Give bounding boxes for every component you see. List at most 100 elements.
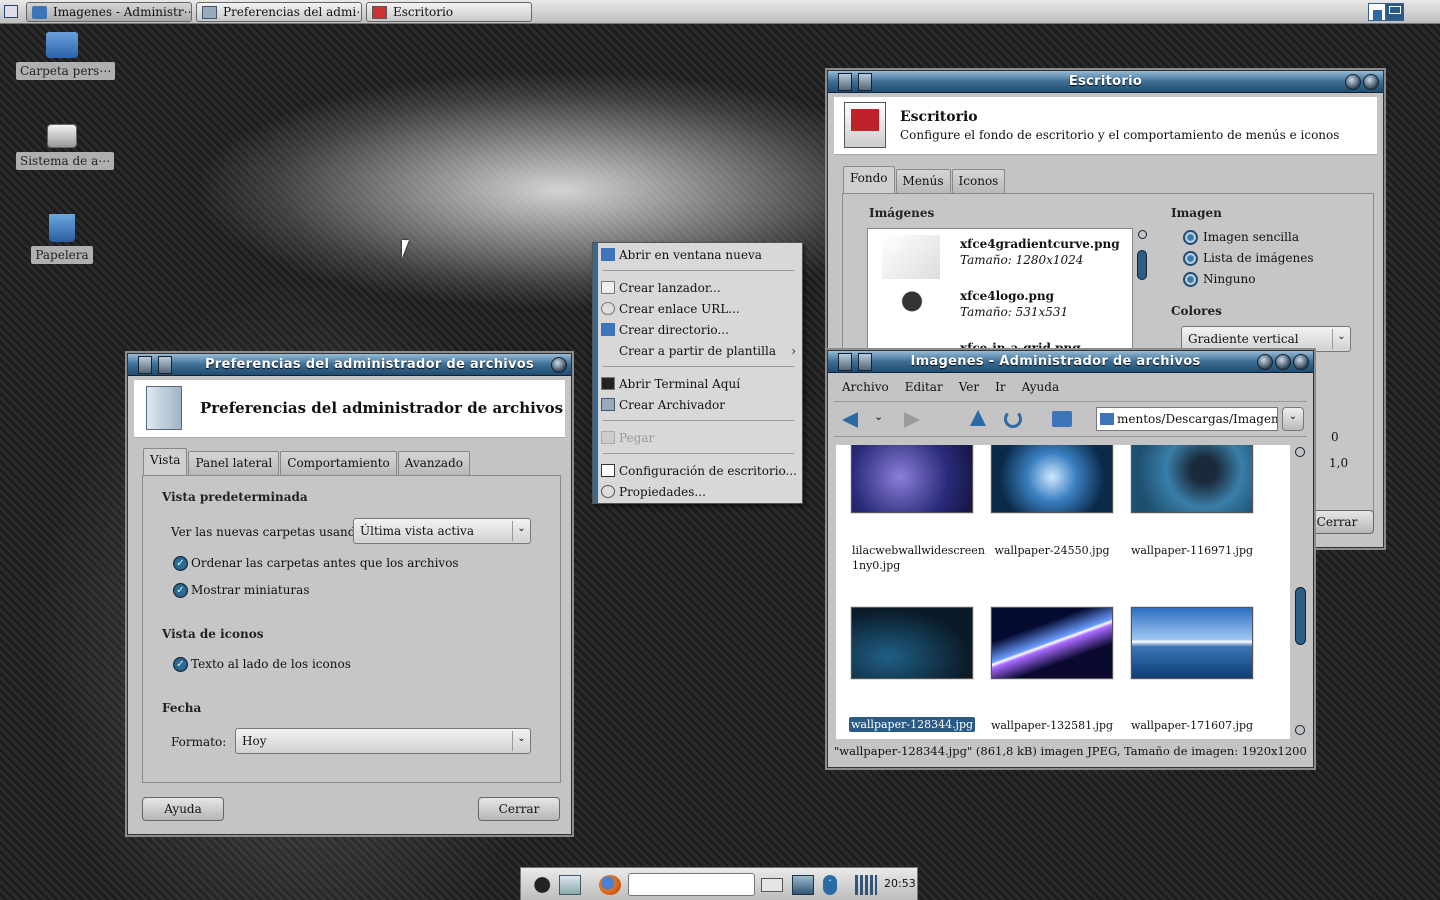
desktop-icon-filesystem[interactable]: Sistema de a⋯ xyxy=(16,124,115,170)
menu-item-open-terminal[interactable]: Abrir Terminal Aquí xyxy=(599,374,798,394)
maximize-button[interactable] xyxy=(1275,354,1291,370)
radio-ninguno[interactable]: Ninguno xyxy=(1183,272,1255,287)
menu-item-label: Pegar xyxy=(619,431,655,445)
minimize-button[interactable] xyxy=(1345,74,1361,90)
wireless-signal-icon[interactable] xyxy=(855,875,877,895)
menu-item-create-directory[interactable]: Crear directorio... xyxy=(599,320,798,340)
up-arrow-icon[interactable] xyxy=(970,410,986,426)
location-dropdown-button[interactable]: ⌄ xyxy=(1282,407,1304,431)
clock[interactable]: 20:53 xyxy=(884,877,916,890)
date-format-select[interactable]: Hoy ⌄ xyxy=(235,728,531,754)
close-button[interactable] xyxy=(551,357,567,373)
menu-item-label: Abrir Terminal Aquí xyxy=(619,377,741,391)
applications-menu-icon[interactable] xyxy=(4,5,18,18)
tab-iconos[interactable]: Iconos xyxy=(951,169,1006,193)
scroll-up-icon[interactable] xyxy=(1295,447,1305,457)
window-menu-button[interactable] xyxy=(838,353,852,371)
menu-item-create-archive[interactable]: Crear Archivador xyxy=(599,395,798,415)
help-button[interactable]: Ayuda xyxy=(142,797,224,821)
chevron-down-icon: ⌄ xyxy=(512,521,530,541)
scroll-down-icon[interactable] xyxy=(1295,725,1305,735)
vertical-scrollbar[interactable] xyxy=(1292,445,1308,739)
radio-lista-imagenes[interactable]: Lista de imágenes xyxy=(1183,251,1314,266)
file-manager-icon[interactable] xyxy=(559,875,581,895)
shade-button[interactable] xyxy=(1257,354,1273,370)
menu-item-desktop-settings[interactable]: Configuración de escritorio... xyxy=(599,461,798,481)
menu-ver[interactable]: Ver xyxy=(951,380,987,394)
trash-icon xyxy=(49,214,75,242)
desktop-icon-home[interactable]: Carpeta pers⋯ xyxy=(16,32,116,80)
title-bar[interactable]: Preferencias del administrador de archiv… xyxy=(128,354,571,376)
task-file-manager[interactable]: Imagenes - Administr⋯ xyxy=(26,2,192,22)
folder-icon xyxy=(601,248,615,261)
tab-panel-lateral[interactable]: Panel lateral xyxy=(188,451,280,475)
menu-item-create-url[interactable]: Crear enlace URL... xyxy=(599,299,798,319)
title-bar[interactable]: Escritorio xyxy=(828,71,1383,93)
back-history-chevron-icon[interactable]: ⌄ xyxy=(874,410,883,423)
file-icon-view[interactable]: lilacwebwallwidescreen1ny0.jpg wallpaper… xyxy=(836,445,1290,739)
search-input[interactable] xyxy=(628,873,755,896)
menu-ayuda[interactable]: Ayuda xyxy=(1014,380,1068,394)
workspace-1[interactable] xyxy=(1368,3,1386,21)
scrollbar-thumb[interactable] xyxy=(1137,250,1147,280)
home-icon[interactable] xyxy=(1052,411,1072,427)
tab-avanzado[interactable]: Avanzado xyxy=(397,451,470,475)
xfce-mouse-icon[interactable] xyxy=(529,875,551,895)
firefox-icon[interactable] xyxy=(599,875,621,895)
location-bar[interactable]: mentos/Descargas/Imagenes xyxy=(1096,407,1278,431)
text-beside-icons-checkbox[interactable]: ✓ Texto al lado de los iconos xyxy=(171,657,351,672)
settings-icon xyxy=(601,464,615,477)
task-preferences[interactable]: Preferencias del admi⋯ xyxy=(196,2,362,22)
image-list-scrollbar[interactable] xyxy=(1135,228,1149,358)
sort-folders-checkbox[interactable]: ✓ Ordenar las carpetas antes que los arch… xyxy=(171,556,459,571)
tab-menus[interactable]: Menús xyxy=(895,169,951,193)
task-desktop[interactable]: Escritorio xyxy=(366,2,532,22)
menu-item-create-launcher[interactable]: Crear lanzador... xyxy=(599,278,798,298)
close-button[interactable] xyxy=(1293,354,1309,370)
preferences-icon xyxy=(202,6,217,19)
show-thumbnails-checkbox[interactable]: ✓ Mostrar miniaturas xyxy=(171,583,309,598)
select-value: Última vista activa xyxy=(360,524,474,538)
colores-select[interactable]: Gradiente vertical ⌄ xyxy=(1181,326,1351,352)
network-icon[interactable] xyxy=(792,875,814,895)
file-thumbnail[interactable] xyxy=(991,445,1113,513)
tab-comportamiento[interactable]: Comportamiento xyxy=(280,451,397,475)
new-folders-view-select[interactable]: Última vista activa ⌄ xyxy=(353,518,531,544)
file-cabinet-icon xyxy=(146,386,182,430)
menu-editar[interactable]: Editar xyxy=(897,380,951,394)
file-thumbnail[interactable] xyxy=(851,607,973,679)
menu-archivo[interactable]: Archivo xyxy=(834,380,897,394)
close-button[interactable] xyxy=(1363,74,1379,90)
back-arrow-icon[interactable] xyxy=(842,412,858,428)
file-thumbnail[interactable] xyxy=(1131,607,1253,679)
window-menu-button[interactable] xyxy=(138,356,152,374)
tab-fondo[interactable]: Fondo xyxy=(843,166,895,193)
desktop-settings-icon xyxy=(372,6,387,19)
radio-icon xyxy=(1183,230,1198,245)
file-thumbnail[interactable] xyxy=(991,607,1113,679)
file-thumbnail[interactable] xyxy=(1131,445,1253,513)
menu-ir[interactable]: Ir xyxy=(987,380,1013,394)
bluetooth-icon[interactable]: ᛫ xyxy=(823,875,837,895)
link-icon xyxy=(601,302,615,315)
menu-item-open-new-window[interactable]: Abrir en ventana nueva xyxy=(599,245,798,265)
mail-icon[interactable] xyxy=(761,878,783,892)
forward-arrow-icon[interactable] xyxy=(904,412,920,428)
scroll-up-icon[interactable] xyxy=(1138,230,1147,239)
title-bar[interactable]: Imagenes - Administrador de archivos xyxy=(828,351,1313,373)
file-label-selected[interactable]: wallpaper-128344.jpg xyxy=(842,717,982,732)
radio-imagen-sencilla[interactable]: Imagen sencilla xyxy=(1183,230,1299,245)
menu-item-create-from-template[interactable]: Crear a partir de plantilla › xyxy=(599,341,798,361)
preferences-window: Preferencias del administrador de archiv… xyxy=(127,353,572,835)
reload-icon[interactable] xyxy=(1004,410,1022,428)
close-dialog-button[interactable]: Cerrar xyxy=(478,797,560,821)
workspace-2[interactable] xyxy=(1386,3,1404,21)
desktop-icon-trash[interactable]: Papelera xyxy=(16,214,108,264)
file-thumbnail[interactable] xyxy=(851,445,973,513)
menu-item-properties[interactable]: Propiedades... xyxy=(599,482,798,502)
image-list[interactable]: xfce4gradientcurve.png Tamaño: 1280x1024… xyxy=(867,228,1133,358)
window-stick-button[interactable] xyxy=(158,356,172,374)
tab-vista[interactable]: Vista xyxy=(143,448,188,475)
scrollbar-thumb[interactable] xyxy=(1295,587,1306,645)
file-label: wallpaper-24550.jpg xyxy=(994,544,1110,557)
